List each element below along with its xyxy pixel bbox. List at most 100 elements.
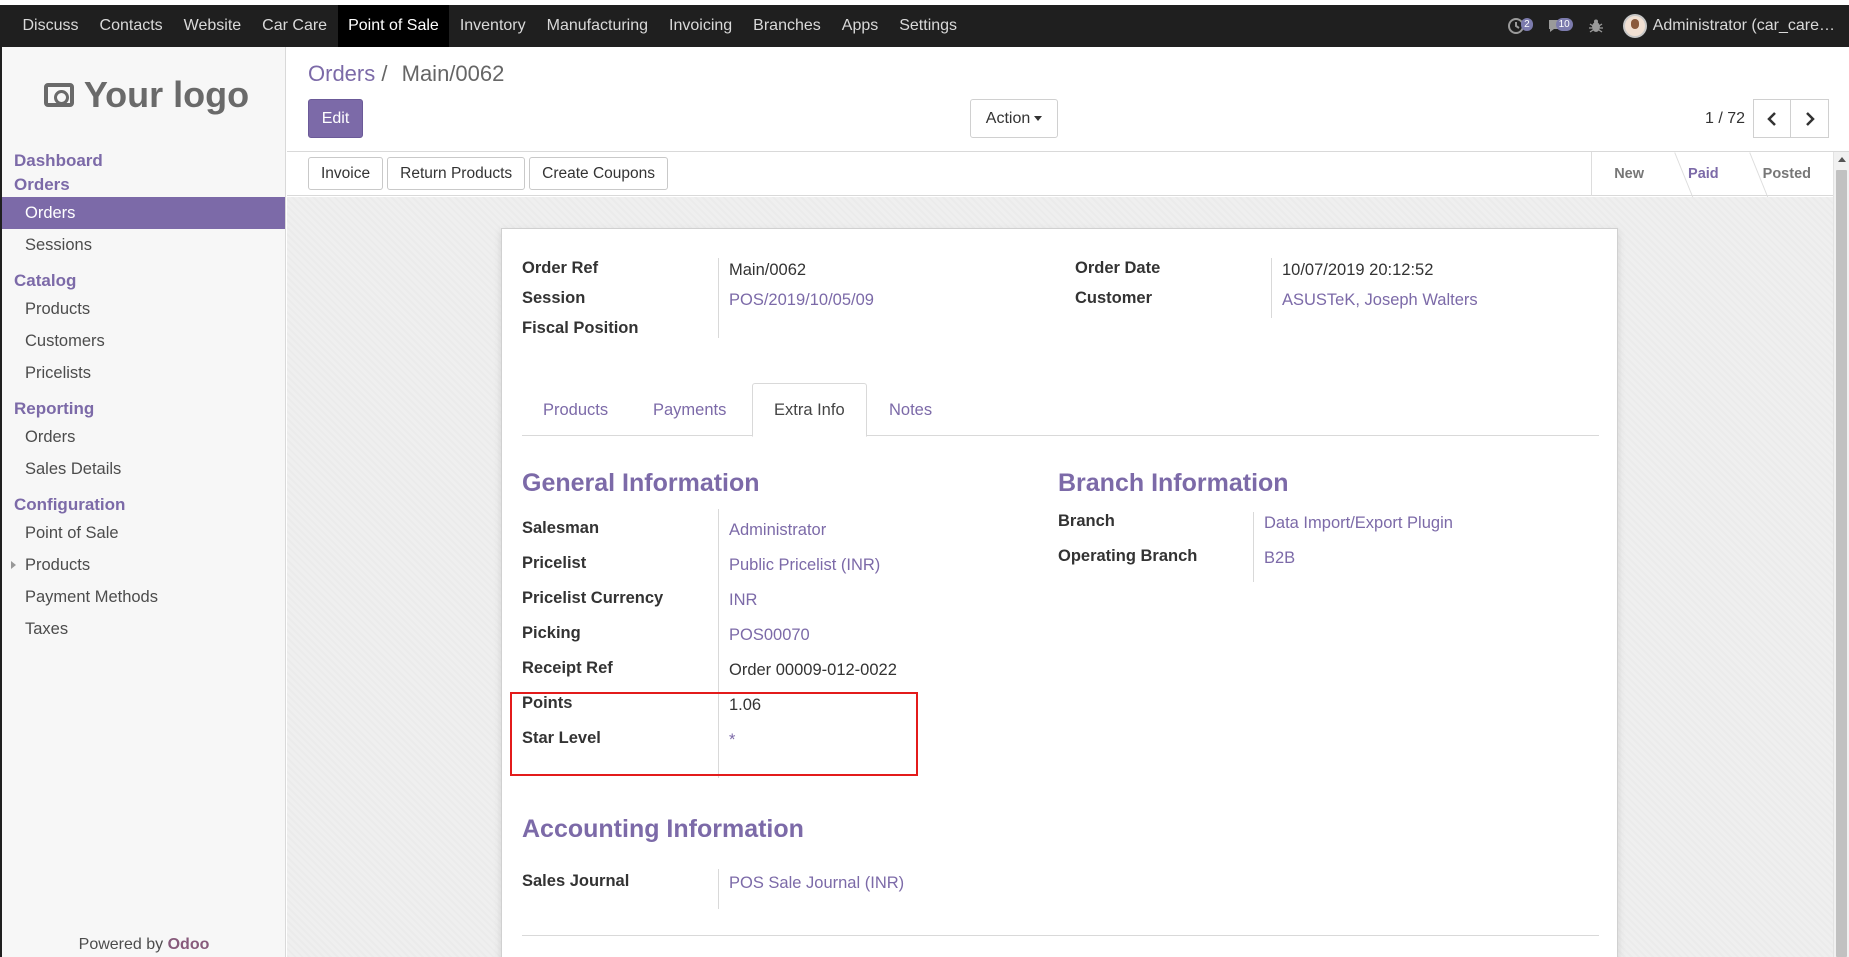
create-coupons-button[interactable]: Create Coupons — [529, 157, 668, 190]
sidebar-item-products[interactable]: Products — [2, 293, 285, 325]
sidebar-item-customers[interactable]: Customers — [2, 325, 285, 357]
operating-branch-label: Operating Branch — [1058, 547, 1198, 565]
activity-badge: 2 — [1521, 18, 1533, 31]
user-menu[interactable]: Administrator (car_care… — [1622, 14, 1835, 38]
stage-new[interactable]: New — [1592, 152, 1666, 196]
salesman-link[interactable]: Administrator — [729, 521, 826, 540]
action-dropdown[interactable]: Action — [970, 99, 1058, 138]
company-logo[interactable]: Your logo — [2, 47, 285, 143]
sidebar: Your logo Dashboard Orders Orders Sessio… — [0, 47, 286, 957]
sidebar-section-dashboard[interactable]: Dashboard — [2, 149, 285, 173]
status-stages: New Paid Posted — [1591, 152, 1833, 196]
session-link[interactable]: POS/2019/10/05/09 — [729, 291, 874, 310]
customer-label: Customer — [1075, 289, 1153, 307]
debug-bug-icon[interactable] — [1583, 13, 1609, 39]
chevron-right-icon — [1805, 111, 1815, 126]
sidebar-item-sales-details[interactable]: Sales Details — [2, 453, 285, 485]
sidebar-item-orders[interactable]: Orders — [2, 197, 285, 229]
stage-posted[interactable]: Posted — [1741, 152, 1833, 196]
menu-manufacturing[interactable]: Manufacturing — [536, 5, 658, 47]
divider — [1253, 512, 1254, 582]
pricelist-link[interactable]: Public Pricelist (INR) — [729, 556, 880, 575]
powered-by-text: Powered by — [78, 936, 164, 953]
breadcrumb-orders-link[interactable]: Orders — [308, 61, 375, 86]
sidebar-section-catalog[interactable]: Catalog — [2, 269, 285, 293]
branch-link[interactable]: Data Import/Export Plugin — [1264, 514, 1453, 533]
tab-products[interactable]: Products — [522, 383, 629, 437]
edit-button[interactable]: Edit — [308, 99, 363, 138]
sidebar-item-taxes[interactable]: Taxes — [2, 613, 285, 645]
sales-journal-link[interactable]: POS Sale Journal (INR) — [729, 874, 904, 893]
menu-point-of-sale[interactable]: Point of Sale — [337, 5, 450, 47]
user-name: Administrator (car_care… — [1652, 17, 1835, 34]
menu-contacts[interactable]: Contacts — [89, 5, 173, 47]
operating-branch-link[interactable]: B2B — [1264, 549, 1295, 568]
app-menu: Discuss Contacts Website Car Care Point … — [0, 5, 968, 47]
sales-journal-label: Sales Journal — [522, 872, 630, 890]
caret-down-icon — [1034, 116, 1043, 121]
scroll-up-arrow-icon[interactable] — [1838, 157, 1846, 162]
customer-link[interactable]: ASUSTeK, Joseph Walters — [1282, 291, 1478, 310]
sidebar-item-label: Products — [25, 556, 91, 574]
pricelist-currency-link[interactable]: INR — [729, 591, 757, 610]
menu-branches[interactable]: Branches — [743, 5, 832, 47]
picking-link[interactable]: POS00070 — [729, 626, 810, 645]
odoo-link[interactable]: Odoo — [168, 936, 210, 953]
vertical-scrollbar[interactable] — [1833, 152, 1849, 957]
sidebar-item-pricelists[interactable]: Pricelists — [2, 357, 285, 389]
return-products-button[interactable]: Return Products — [387, 157, 526, 190]
divider — [718, 869, 719, 909]
menu-invoicing[interactable]: Invoicing — [659, 5, 743, 47]
menu-inventory[interactable]: Inventory — [449, 5, 536, 47]
order-ref-label: Order Ref — [522, 259, 599, 277]
tab-notes[interactable]: Notes — [868, 383, 953, 437]
action-label: Action — [985, 109, 1031, 127]
pager-value[interactable]: 1 / 72 — [1705, 110, 1745, 128]
logo-text: Your logo — [83, 74, 250, 115]
form-view: Order Ref Main/0062 Session POS/2019/10/… — [287, 197, 1833, 957]
invoice-button[interactable]: Invoice — [308, 157, 384, 190]
sidebar-item-payment-methods[interactable]: Payment Methods — [2, 581, 285, 613]
stage-paid[interactable]: Paid — [1666, 152, 1741, 196]
avatar — [1622, 14, 1647, 38]
sidebar-item-reporting-orders[interactable]: Orders — [2, 421, 285, 453]
sidebar-section-orders[interactable]: Orders — [2, 173, 285, 197]
branch-information-title: Branch Information — [1058, 469, 1289, 497]
messages-icon[interactable]: 10 — [1543, 13, 1573, 39]
receipt-ref-label: Receipt Ref — [522, 659, 613, 677]
section-divider — [522, 935, 1599, 936]
sidebar-section-reporting[interactable]: Reporting — [2, 397, 285, 421]
menu-website[interactable]: Website — [173, 5, 252, 47]
menu-car-care[interactable]: Car Care — [252, 5, 338, 47]
menu-discuss[interactable]: Discuss — [12, 5, 89, 47]
statusbar-buttons: Invoice Return Products Create Coupons — [308, 157, 668, 190]
menu-settings[interactable]: Settings — [889, 5, 968, 47]
highlight-box — [510, 692, 918, 776]
order-date-value: 10/07/2019 20:12:52 — [1282, 261, 1434, 279]
general-information-title: General Information — [522, 469, 760, 497]
tab-payments[interactable]: Payments — [632, 383, 747, 437]
sidebar-section-configuration[interactable]: Configuration — [2, 493, 285, 517]
sidebar-item-point-of-sale[interactable]: Point of Sale — [2, 517, 285, 549]
notebook-tabs: Products Payments Extra Info Notes — [522, 383, 1599, 437]
pager-next-button[interactable] — [1791, 99, 1829, 138]
pricelist-currency-label: Pricelist Currency — [522, 589, 664, 607]
powered-by: Powered by Odoo — [2, 933, 286, 957]
accounting-information-title: Accounting Information — [522, 815, 804, 843]
divider — [1271, 258, 1272, 318]
menu-apps[interactable]: Apps — [831, 5, 888, 47]
systray: 2 10 Administrator (car_care… — [1503, 5, 1849, 47]
breadcrumb-separator: / — [381, 61, 388, 86]
messages-badge: 10 — [1555, 18, 1573, 31]
breadcrumb: Orders / Main/0062 — [308, 61, 504, 87]
scrollbar-thumb[interactable] — [1836, 170, 1847, 957]
salesman-label: Salesman — [522, 519, 600, 537]
sidebar-item-config-products[interactable]: Products — [2, 549, 285, 581]
pager-previous-button[interactable] — [1753, 99, 1791, 138]
top-navbar: Discuss Contacts Website Car Care Point … — [0, 5, 1849, 47]
picking-label: Picking — [522, 624, 581, 642]
tab-extra-info[interactable]: Extra Info — [752, 383, 867, 437]
order-ref-value: Main/0062 — [729, 261, 807, 279]
activity-icon[interactable]: 2 — [1503, 13, 1533, 39]
sidebar-item-sessions[interactable]: Sessions — [2, 229, 285, 261]
